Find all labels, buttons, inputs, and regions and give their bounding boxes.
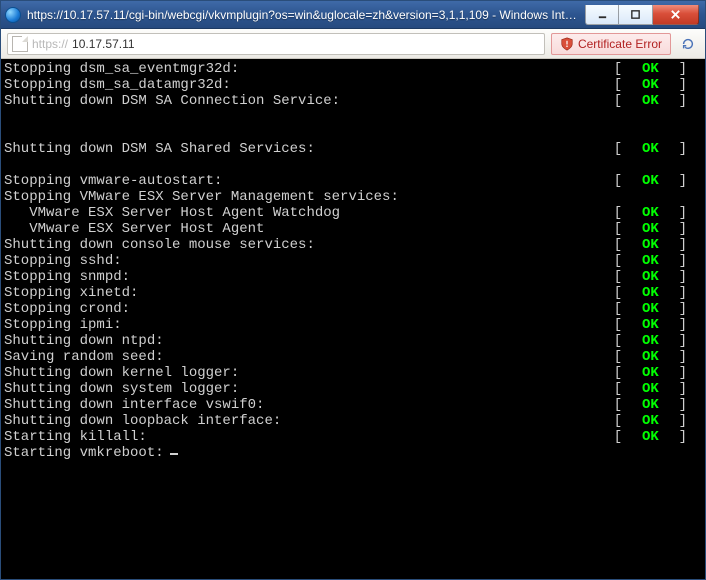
terminal-status: [ OK ] xyxy=(614,413,701,429)
refresh-icon xyxy=(681,37,695,51)
certificate-error-button[interactable]: Certificate Error xyxy=(551,33,671,55)
terminal-text: Stopping snmpd: xyxy=(4,269,130,285)
terminal-line: Shutting down system logger: [ OK ] xyxy=(4,381,701,397)
terminal-text: Shutting down DSM SA Connection Service: xyxy=(4,93,340,109)
terminal-text: Stopping sshd: xyxy=(4,253,122,269)
terminal-status: [ OK ] xyxy=(614,349,701,365)
browser-window: https://10.17.57.11/cgi-bin/webcgi/vkvmp… xyxy=(0,0,706,580)
window-title: https://10.17.57.11/cgi-bin/webcgi/vkvmp… xyxy=(27,8,579,22)
terminal-status: [ OK ] xyxy=(614,61,701,77)
terminal-status: [ OK ] xyxy=(614,237,701,253)
terminal-line: Shutting down DSM SA Connection Service:… xyxy=(4,93,701,109)
terminal-status: [ OK ] xyxy=(614,301,701,317)
address-bar[interactable]: https:// 10.17.57.11 xyxy=(7,33,545,55)
terminal-text: Saving random seed: xyxy=(4,349,164,365)
terminal-text: Starting vmkreboot: xyxy=(4,445,178,461)
terminal-line: Stopping vmware-autostart: [ OK ] xyxy=(4,173,701,189)
terminal-line: Stopping snmpd: [ OK ] xyxy=(4,269,701,285)
terminal-status: [ OK ] xyxy=(614,285,701,301)
terminal-status: [ OK ] xyxy=(614,205,701,221)
terminal-line: Stopping ipmi: [ OK ] xyxy=(4,317,701,333)
terminal-status: [ OK ] xyxy=(614,333,701,349)
terminal-line: Stopping crond: [ OK ] xyxy=(4,301,701,317)
terminal-text: Stopping vmware-autostart: xyxy=(4,173,222,189)
close-icon xyxy=(670,9,681,20)
terminal-line: Saving random seed: [ OK ] xyxy=(4,349,701,365)
terminal-status: [ OK ] xyxy=(614,269,701,285)
terminal-text: VMware ESX Server Host Agent xyxy=(4,221,264,237)
terminal-line: Shutting down DSM SA Shared Services: [ O… xyxy=(4,141,701,157)
terminal-text xyxy=(4,109,12,125)
terminal-text: Shutting down interface vswif0: xyxy=(4,397,264,413)
terminal-text: Stopping VMware ESX Server Management se… xyxy=(4,189,399,205)
terminal-status: [ OK ] xyxy=(614,253,701,269)
terminal-line: Stopping xinetd: [ OK ] xyxy=(4,285,701,301)
terminal-line: Starting killall: [ OK ] xyxy=(4,429,701,445)
refresh-button[interactable] xyxy=(677,33,699,55)
terminal-status: [ OK ] xyxy=(614,317,701,333)
terminal-line: Shutting down interface vswif0: [ OK ] xyxy=(4,397,701,413)
minimize-icon xyxy=(597,9,608,20)
terminal-text: Shutting down console mouse services: xyxy=(4,237,315,253)
terminal-status: [ OK ] xyxy=(614,93,701,109)
terminal-status: [ OK ] xyxy=(614,365,701,381)
terminal-line: Starting vmkreboot: xyxy=(4,445,701,461)
terminal-status: [ OK ] xyxy=(614,397,701,413)
terminal-line xyxy=(4,109,701,125)
terminal-text: VMware ESX Server Host Agent Watchdog xyxy=(4,205,340,221)
terminal-line: Shutting down ntpd: [ OK ] xyxy=(4,333,701,349)
terminal-line: Stopping sshd: [ OK ] xyxy=(4,253,701,269)
terminal-text xyxy=(4,157,12,173)
url-scheme: https:// xyxy=(32,37,68,51)
window-maximize-button[interactable] xyxy=(619,5,653,25)
terminal-text: Stopping ipmi: xyxy=(4,317,122,333)
terminal-status: [ OK ] xyxy=(614,429,701,445)
terminal-line: Shutting down kernel logger: [ OK ] xyxy=(4,365,701,381)
terminal-text xyxy=(4,125,12,141)
terminal-line xyxy=(4,125,701,141)
certificate-error-label: Certificate Error xyxy=(578,37,662,51)
terminal-text: Shutting down loopback interface: xyxy=(4,413,281,429)
window-titlebar: https://10.17.57.11/cgi-bin/webcgi/vkvmp… xyxy=(1,1,705,29)
terminal-text: Shutting down system logger: xyxy=(4,381,239,397)
terminal-text: Stopping xinetd: xyxy=(4,285,138,301)
terminal-status: [ OK ] xyxy=(614,173,701,189)
shield-warning-icon xyxy=(560,37,574,51)
terminal-line: Stopping dsm_sa_datamgr32d: [ OK ] xyxy=(4,77,701,93)
terminal-status: [ OK ] xyxy=(614,141,701,157)
terminal-line: Shutting down console mouse services: [ O… xyxy=(4,237,701,253)
terminal-line: VMware ESX Server Host Agent Watchdog [ O… xyxy=(4,205,701,221)
window-buttons xyxy=(585,5,699,25)
terminal-text: Stopping dsm_sa_datamgr32d: xyxy=(4,77,231,93)
terminal-text: Shutting down kernel logger: xyxy=(4,365,239,381)
terminal-cursor xyxy=(170,453,178,455)
terminal-text: Stopping dsm_sa_eventmgr32d: xyxy=(4,61,239,77)
ie-icon xyxy=(5,7,21,23)
terminal-line: Shutting down loopback interface: [ OK ] xyxy=(4,413,701,429)
window-close-button[interactable] xyxy=(653,5,699,25)
maximize-icon xyxy=(630,9,641,20)
page-icon xyxy=(12,36,28,52)
terminal-text: Shutting down DSM SA Shared Services: xyxy=(4,141,315,157)
terminal-line: Stopping VMware ESX Server Management se… xyxy=(4,189,701,205)
terminal-text: Shutting down ntpd: xyxy=(4,333,164,349)
browser-toolbar: https:// 10.17.57.11 Certificate Error xyxy=(1,29,705,59)
terminal-status: [ OK ] xyxy=(614,77,701,93)
terminal-text: Stopping crond: xyxy=(4,301,130,317)
terminal-line: Stopping dsm_sa_eventmgr32d: [ OK ] xyxy=(4,61,701,77)
window-minimize-button[interactable] xyxy=(585,5,619,25)
terminal-output: Stopping dsm_sa_eventmgr32d:[ OK ]Stoppi… xyxy=(1,59,705,579)
terminal-line: VMware ESX Server Host Agent [ OK ] xyxy=(4,221,701,237)
terminal-status: [ OK ] xyxy=(614,221,701,237)
terminal-text: Starting killall: xyxy=(4,429,147,445)
terminal-status: [ OK ] xyxy=(614,381,701,397)
url-host: 10.17.57.11 xyxy=(72,37,135,51)
terminal-line xyxy=(4,157,701,173)
